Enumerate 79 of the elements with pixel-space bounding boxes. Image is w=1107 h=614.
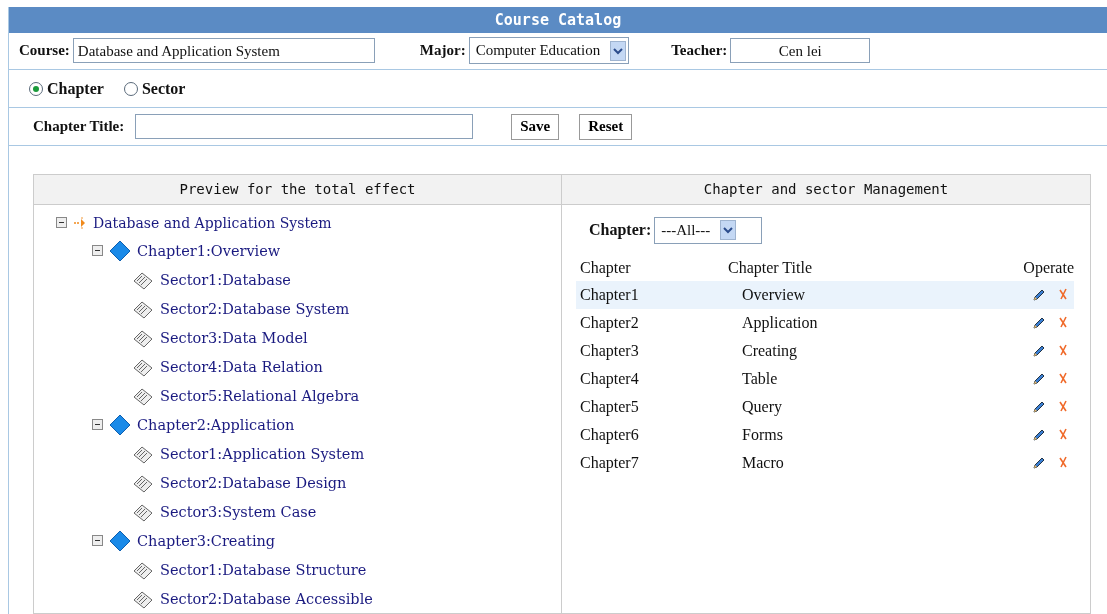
tree-item[interactable]: Sector3:System Case	[160, 503, 317, 520]
table-row[interactable]: Chapter3 Creating	[576, 337, 1074, 365]
table-cell-text: Macro	[741, 453, 785, 473]
tree-item[interactable]: Sector1:Application System	[160, 445, 365, 462]
delete-icon[interactable]	[1058, 288, 1068, 300]
collapse-icon[interactable]	[92, 419, 103, 430]
table-row[interactable]: Chapter7 Macro	[576, 449, 1074, 477]
table-cell-text: Chapter6	[579, 425, 640, 446]
radio-option[interactable]: Sector	[123, 79, 186, 98]
save-button[interactable]: Save	[511, 113, 560, 140]
table-row[interactable]: Chapter4 Table	[576, 365, 1074, 393]
pencil-icon[interactable]	[1032, 344, 1046, 358]
diamond-icon	[109, 413, 131, 436]
table-cell: Chapter2	[576, 309, 724, 337]
tree-item[interactable]: Sector2:Database System	[160, 300, 350, 317]
table-row[interactable]: Chapter6 Forms	[576, 421, 1074, 449]
pencil-icon[interactable]	[1032, 316, 1046, 330]
column-header: Chapter	[576, 255, 724, 281]
delete-icon[interactable]	[1058, 372, 1068, 384]
tree-item[interactable]: Database and Application System	[93, 214, 332, 231]
collapse-icon[interactable]	[56, 217, 67, 228]
column-header: Operate	[944, 255, 1074, 281]
panel-heading: Chapter and sector Management	[562, 175, 1090, 205]
field-label: Teacher:	[671, 42, 728, 60]
table-cell: Overview	[724, 281, 945, 309]
delete-icon[interactable]	[1058, 456, 1068, 468]
table-cell-text: Chapter4	[579, 369, 640, 390]
tree-item[interactable]: Chapter3:Creating	[137, 532, 276, 549]
tree-item[interactable]: Sector1:Database Structure	[160, 561, 367, 578]
major-dropdown[interactable]: Computer Education	[468, 37, 630, 65]
window-title: Course Catalog	[493, 11, 623, 29]
field-label: Chapter:	[589, 221, 652, 239]
delete-icon[interactable]	[1058, 428, 1068, 440]
tree-item[interactable]: Sector4:Data Relation	[160, 358, 323, 375]
pencil-icon[interactable]	[1032, 400, 1046, 414]
radio-option[interactable]: Chapter	[29, 79, 104, 98]
diamond-icon	[109, 529, 131, 552]
chapter-title-field[interactable]	[135, 114, 474, 140]
diamond-icon	[109, 239, 131, 262]
tree-item[interactable]: Chapter2:Application	[137, 416, 295, 433]
tree-item[interactable]: Sector2:Database Design	[160, 474, 347, 491]
course-field[interactable]: Database and Application System	[72, 38, 375, 64]
table-cell-text: Creating	[741, 341, 799, 362]
pencil-icon[interactable]	[1032, 372, 1046, 386]
collapse-icon[interactable]	[92, 245, 103, 256]
field-label: Course:	[19, 42, 70, 60]
tree-item[interactable]: Sector2:Database Accessible	[160, 590, 373, 607]
table-row[interactable]: Chapter5 Query	[576, 393, 1074, 421]
table-row[interactable]: Chapter2 Application	[576, 309, 1074, 337]
table-cell-text: Forms	[741, 425, 784, 445]
table-cell-text: Chapter5	[579, 397, 640, 418]
tree-item[interactable]: Sector3:Data Model	[160, 329, 308, 346]
table-cell: Application	[724, 309, 945, 337]
table-cell-text: Chapter3	[579, 341, 640, 362]
table-cell-text: Query	[741, 397, 783, 418]
tree-item[interactable]: Sector5:Relational Algebra	[160, 387, 360, 404]
table-cell: Chapter1	[576, 281, 724, 309]
tree-item[interactable]: Chapter1:Overview	[137, 242, 281, 259]
delete-icon[interactable]	[1058, 316, 1068, 328]
table-cell-text: Table	[741, 369, 779, 389]
dotted-arrow-icon	[73, 215, 87, 230]
chapter-dropdown[interactable]: ---All---	[654, 216, 763, 244]
delete-icon[interactable]	[1058, 400, 1068, 412]
collapse-icon[interactable]	[92, 535, 103, 546]
pencil-icon[interactable]	[1032, 456, 1046, 470]
tree-item[interactable]: Sector1:Database	[160, 271, 291, 288]
teacher-field[interactable]: Cen lei	[730, 38, 871, 64]
caret-icon[interactable]	[610, 40, 627, 61]
table-row[interactable]: Chapter1 Overview	[576, 281, 1074, 309]
column-header: Chapter Title	[724, 255, 945, 281]
panel-heading: Preview for the total effect	[34, 175, 561, 205]
table-cell-text: Chapter7	[579, 453, 640, 474]
delete-icon[interactable]	[1058, 344, 1068, 356]
caret-icon[interactable]	[720, 220, 737, 240]
pencil-icon[interactable]	[1032, 288, 1046, 302]
field-label: Chapter Title:	[33, 118, 125, 136]
pencil-icon[interactable]	[1032, 428, 1046, 442]
reset-button[interactable]: Reset	[579, 113, 633, 140]
field-label: Major:	[419, 42, 466, 60]
